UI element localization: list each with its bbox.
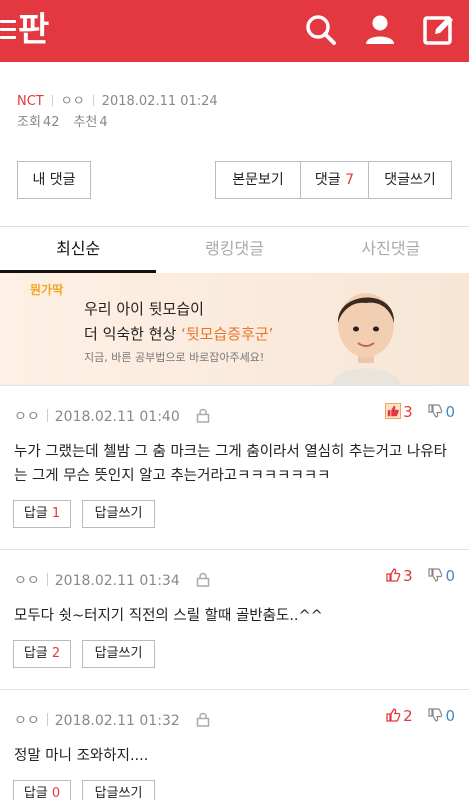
comments-button[interactable]: 댓글 7 [301, 162, 369, 198]
post-meta: NCT ㅇㅇ 2018.02.11 01:24 [17, 90, 218, 109]
child-photo [332, 293, 400, 385]
banner-caption: 지금, 바른 공부법으로 바로잡아주세요! [84, 351, 265, 364]
comments-count: 7 [345, 172, 355, 188]
write-reply-button[interactable]: 답글쓰기 [82, 640, 155, 668]
comment-item: ㅇㅇ 2018.02.11 01:32 2 0 정말 마니 조와하지.... 답글… [0, 689, 469, 800]
lock-icon[interactable] [196, 408, 210, 423]
post-author: ㅇㅇ [60, 94, 85, 109]
comment-sort-tabs: 최신순 랭킹댓글 사진댓글 [0, 226, 469, 273]
comment-meta: ㅇㅇ 2018.02.11 01:40 [14, 406, 210, 426]
view-post-button[interactable]: 본문보기 [216, 162, 301, 198]
recommend-label: 추천 [73, 115, 98, 130]
reply-button[interactable]: 답글 2 [13, 640, 71, 668]
comment-item: ㅇㅇ 2018.02.11 01:34 3 0 모두다 쉿~터지기 직전의 스릴 … [0, 549, 469, 689]
comment-text: 누가 그랬는데 첼밤 그 춤 마크는 그게 춤이라서 열심히 추는거고 나유타는… [14, 444, 447, 484]
thumbs-down-icon [428, 708, 443, 722]
lock-icon[interactable] [196, 712, 210, 727]
like-button[interactable]: 3 [385, 403, 413, 421]
write-reply-button[interactable]: 답글쓰기 [82, 780, 155, 800]
comment-author: ㅇㅇ [14, 573, 40, 589]
views-label: 조회 [17, 115, 41, 130]
comment-datetime: 2018.02.11 01:40 [54, 409, 180, 425]
dislike-button[interactable]: 0 [427, 567, 455, 585]
comment-datetime: 2018.02.11 01:34 [54, 573, 180, 589]
write-reply-button[interactable]: 답글쓰기 [82, 500, 155, 528]
user-icon[interactable] [362, 12, 398, 48]
write-icon[interactable] [421, 12, 457, 48]
my-comments-button[interactable]: 내 댓글 [17, 161, 91, 199]
comment-text: 모두다 쉿~터지기 직전의 스릴 할때 골반춤도..^^ [14, 608, 323, 624]
comment-votes: 2 0 [385, 707, 455, 725]
thumbs-up-icon [385, 403, 402, 419]
reply-count: 1 [51, 506, 61, 521]
site-logo[interactable]: 판 [18, 7, 52, 53]
comment-votes: 3 0 [385, 567, 455, 585]
comment-author: ㅇㅇ [14, 713, 40, 729]
recommend-count: 4 [99, 115, 108, 130]
post-stats: 조회 42 추천 4 [17, 111, 122, 130]
thumbs-down-icon [428, 404, 443, 418]
post-datetime: 2018.02.11 01:24 [101, 94, 218, 109]
reply-count: 2 [51, 646, 61, 661]
ad-banner[interactable]: 뭔가딱 우리 아이 뒷모습이 더 익숙한 현상 ‘뒷모습증후군’ 지금, 바른 … [0, 273, 469, 385]
dislike-button[interactable]: 0 [427, 707, 455, 725]
thumbs-up-icon [386, 708, 401, 722]
comment-item: ㅇㅇ 2018.02.11 01:40 3 0 누가 그랬는데 첼밤 그 춤 마크… [0, 385, 469, 549]
comment-text: 정말 마니 조와하지.... [14, 748, 149, 764]
comment-votes: 3 0 [385, 403, 455, 421]
banner-highlight: ‘뒷모습증후군’ [181, 325, 274, 343]
thumbs-up-icon [386, 568, 401, 582]
post-category[interactable]: NCT [17, 94, 44, 109]
comment-author: ㅇㅇ [14, 409, 40, 425]
banner-logo: 뭔가딱 [30, 283, 64, 297]
tab-ranking[interactable]: 랭킹댓글 [156, 227, 312, 273]
banner-headline: 우리 아이 뒷모습이 [84, 300, 204, 318]
menu-icon[interactable] [0, 20, 16, 40]
views-count: 42 [42, 115, 60, 130]
search-icon[interactable] [303, 12, 339, 48]
top-header: 판 [0, 0, 469, 62]
tab-latest[interactable]: 최신순 [0, 227, 157, 273]
lock-icon[interactable] [196, 572, 210, 587]
comment-actions-group: 본문보기 댓글 7 댓글쓰기 [215, 161, 452, 199]
reply-button[interactable]: 답글 1 [13, 500, 71, 528]
reply-button[interactable]: 답글 0 [13, 780, 71, 800]
reply-count: 0 [51, 786, 61, 800]
thumbs-down-icon [428, 568, 443, 582]
comments-label: 댓글 [314, 172, 341, 188]
like-button[interactable]: 2 [385, 707, 413, 725]
write-comment-button[interactable]: 댓글쓰기 [369, 162, 451, 198]
comment-meta: ㅇㅇ 2018.02.11 01:34 [14, 570, 210, 590]
comment-meta: ㅇㅇ 2018.02.11 01:32 [14, 710, 210, 730]
banner-subheadline: 더 익숙한 현상 ‘뒷모습증후군’ [84, 325, 274, 343]
tab-photo[interactable]: 사진댓글 [313, 227, 469, 273]
like-button[interactable]: 3 [385, 567, 413, 585]
dislike-button[interactable]: 0 [427, 403, 455, 421]
comment-datetime: 2018.02.11 01:32 [54, 713, 180, 729]
